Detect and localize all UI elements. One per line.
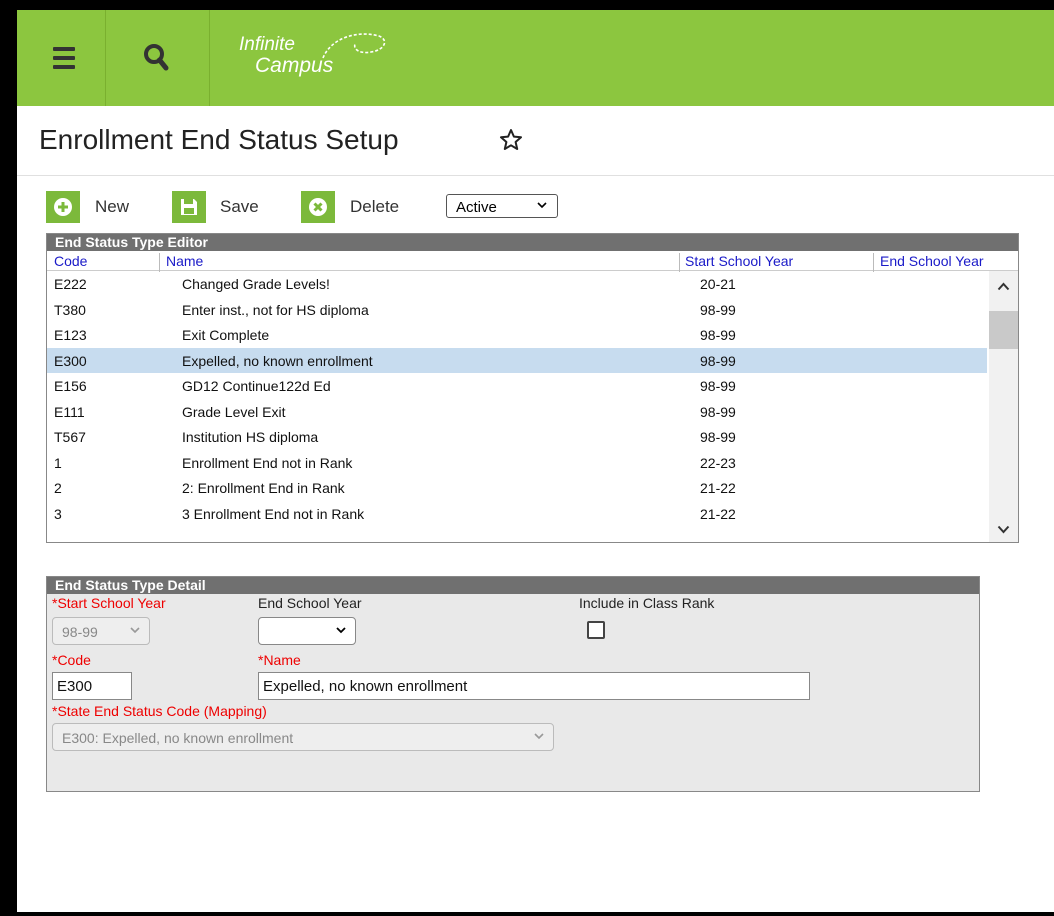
- page-title: Enrollment End Status Setup: [39, 124, 399, 155]
- row-name: Enrollment End not in Rank: [182, 454, 353, 471]
- row-name: GD12 Continue122d Ed: [182, 378, 331, 394]
- row-code: 3: [54, 505, 62, 522]
- save-disk-icon: [181, 199, 197, 215]
- table-row[interactable]: 3 3 Enrollment End not in Rank 21-22: [47, 501, 987, 527]
- scrollbar-thumb[interactable]: [989, 311, 1018, 349]
- state-end-status-code-select: E300: Expelled, no known enrollment: [52, 723, 554, 751]
- row-name: Changed Grade Levels!: [182, 276, 330, 292]
- new-button-label: New: [95, 197, 130, 216]
- app-window: Infinite Campus Enrollment End Status Se…: [17, 10, 1054, 912]
- save-button[interactable]: Save: [172, 191, 272, 223]
- row-start-school-year: 98-99: [700, 327, 736, 343]
- scroll-up-arrow-icon[interactable]: [997, 282, 1010, 291]
- start-school-year-select: 98-99: [52, 617, 150, 645]
- row-name: Expelled, no known enrollment: [182, 352, 373, 369]
- row-code: 1: [54, 454, 62, 471]
- row-code: E123: [54, 327, 87, 343]
- table-row[interactable]: E300 Expelled, no known enrollment 98-99: [47, 347, 987, 373]
- row-start-school-year: 98-99: [700, 429, 736, 445]
- row-start-school-year: 20-21: [700, 276, 736, 292]
- chevron-down-icon: [336, 627, 346, 634]
- row-start-school-year: 98-99: [700, 352, 736, 369]
- include-in-class-rank-label: Include in Class Rank: [579, 595, 715, 611]
- row-code: E300: [54, 352, 87, 369]
- row-start-school-year: 21-22: [700, 505, 736, 522]
- hamburger-icon: [53, 47, 75, 51]
- favorite-star-icon[interactable]: [499, 128, 523, 152]
- end-school-year-label: End School Year: [258, 595, 362, 611]
- code-label: *Code: [52, 652, 91, 668]
- editor-column-headers: Code Name Start School Year End School Y…: [47, 251, 1018, 272]
- delete-x-circle-icon: [309, 198, 327, 216]
- name-label: *Name: [258, 652, 301, 668]
- column-header-start-school-year[interactable]: Start School Year: [685, 253, 793, 269]
- row-start-school-year: 98-99: [700, 403, 736, 420]
- search-icon: [144, 44, 169, 71]
- row-code: T567: [54, 429, 86, 445]
- state-end-status-code-label: *State End Status Code (Mapping): [52, 703, 267, 719]
- chevron-down-icon: [537, 202, 547, 209]
- column-header-name[interactable]: Name: [166, 253, 203, 269]
- divider: [17, 175, 1054, 176]
- scroll-down-arrow-icon[interactable]: [997, 525, 1010, 534]
- row-name: Institution HS diploma: [182, 429, 319, 445]
- row-start-school-year: 21-22: [700, 480, 736, 496]
- row-start-school-year: 98-99: [700, 301, 736, 318]
- include-in-class-rank-checkbox[interactable]: [587, 621, 605, 639]
- row-name: Exit Complete: [182, 327, 270, 343]
- name-field[interactable]: Expelled, no known enrollment: [258, 672, 810, 700]
- editor-scrollbar[interactable]: [989, 271, 1018, 542]
- delete-button-label: Delete: [350, 197, 400, 216]
- end-status-type-detail: End Status Type Detail *Start School Yea…: [46, 576, 980, 792]
- column-header-end-school-year[interactable]: End School Year: [880, 253, 984, 269]
- editor-rows: E222 Changed Grade Levels! 20-21 T380 Enter …: [47, 271, 987, 526]
- active-filter-select[interactable]: Active: [446, 194, 558, 218]
- row-code: E222: [54, 276, 87, 292]
- menu-button[interactable]: [17, 10, 106, 106]
- row-code: T380: [54, 301, 86, 318]
- table-row[interactable]: E222 Changed Grade Levels! 20-21: [47, 271, 987, 297]
- row-code: E111: [54, 403, 85, 420]
- column-header-code[interactable]: Code: [54, 253, 87, 269]
- table-row[interactable]: T567 Institution HS diploma 98-99: [47, 424, 987, 450]
- end-status-type-editor: End Status Type Editor Code Name Start S…: [46, 233, 1019, 543]
- new-button[interactable]: New: [46, 191, 146, 223]
- top-navigation-bar: Infinite Campus: [17, 10, 1054, 106]
- detail-title: End Status Type Detail: [47, 577, 979, 594]
- table-row[interactable]: T380 Enter inst., not for HS diploma 98-99: [47, 297, 987, 323]
- table-row[interactable]: E111 Grade Level Exit 98-99: [47, 399, 987, 425]
- row-name: 3 Enrollment End not in Rank: [182, 505, 365, 522]
- chevron-down-icon: [534, 733, 544, 740]
- search-button[interactable]: [105, 10, 210, 106]
- row-name: 2: Enrollment End in Rank: [182, 480, 345, 496]
- table-row[interactable]: 2 2: Enrollment End in Rank 21-22: [47, 475, 987, 501]
- chevron-down-icon: [130, 627, 140, 634]
- save-button-label: Save: [220, 197, 259, 216]
- row-name: Grade Level Exit: [182, 403, 286, 420]
- code-field[interactable]: E300: [52, 672, 132, 700]
- row-code: E156: [54, 378, 87, 394]
- row-name: Enter inst., not for HS diploma: [182, 301, 369, 318]
- table-row[interactable]: E123 Exit Complete 98-99: [47, 322, 987, 348]
- delete-button[interactable]: Delete: [301, 191, 421, 223]
- end-school-year-select[interactable]: [258, 617, 356, 645]
- start-school-year-label: *Start School Year: [52, 595, 166, 611]
- logo-swoosh-icon: [322, 33, 386, 59]
- plus-circle-icon: [54, 198, 72, 216]
- row-start-school-year: 98-99: [700, 378, 736, 394]
- editor-title: End Status Type Editor: [47, 234, 1018, 251]
- table-row[interactable]: 1 Enrollment End not in Rank 22-23: [47, 450, 987, 476]
- row-code: 2: [54, 480, 62, 496]
- table-row[interactable]: E156 GD12 Continue122d Ed 98-99: [47, 373, 987, 399]
- row-start-school-year: 22-23: [700, 454, 736, 471]
